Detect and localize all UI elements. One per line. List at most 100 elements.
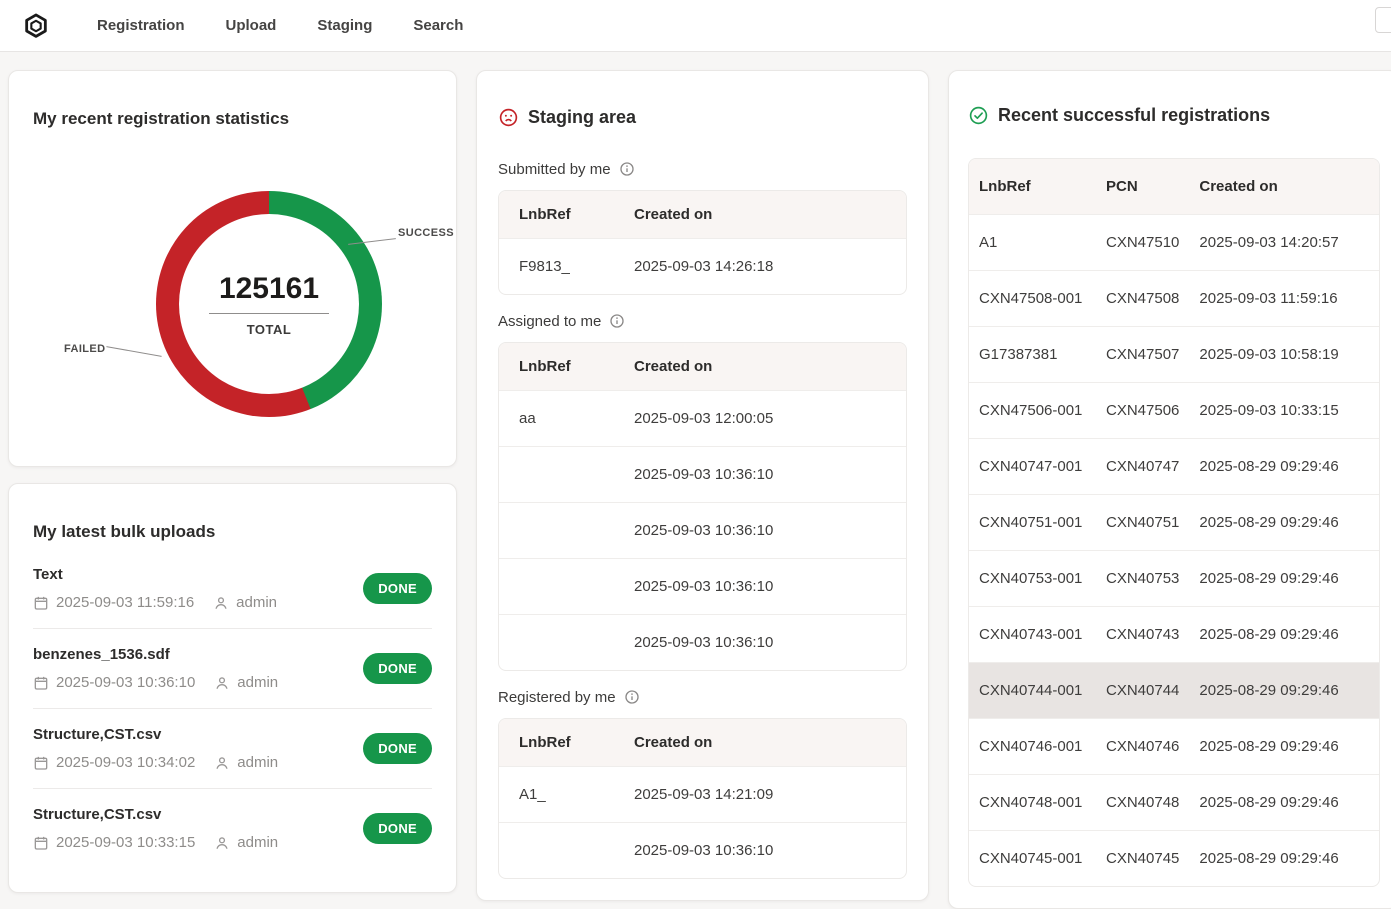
check-circle-icon <box>968 105 989 126</box>
table-row[interactable]: CXN40751-001 CXN40751 2025-08-29 09:29:4… <box>969 494 1379 550</box>
table-row[interactable]: CXN40747-001 CXN40747 2025-08-29 09:29:4… <box>969 438 1379 494</box>
column-header: LnbRef <box>969 159 1096 215</box>
failed-leader-line <box>106 346 161 357</box>
upload-user: admin <box>237 674 278 691</box>
upload-meta: 2025-09-03 11:59:16 admin <box>33 594 277 611</box>
column-header: LnbRef <box>499 343 614 391</box>
upload-list-item: benzenes_1536.sdf 2025-09-03 10:36:10 ad… <box>33 629 432 709</box>
table-row[interactable]: 2025-09-03 10:36:10 <box>499 558 906 614</box>
table-row[interactable]: aa 2025-09-03 12:00:05 <box>499 390 906 446</box>
upload-filename: Structure,CST.csv <box>33 726 278 743</box>
info-icon[interactable] <box>619 161 635 177</box>
table-row[interactable]: A1 CXN47510 2025-09-03 14:20:57 <box>969 214 1379 270</box>
uploads-card-title: My latest bulk uploads <box>33 522 432 542</box>
upload-date: 2025-09-03 10:34:02 <box>56 754 195 771</box>
section-label-submitted: Submitted by me <box>498 161 907 178</box>
section-label-text: Submitted by me <box>498 161 611 178</box>
calendar-icon <box>33 675 49 691</box>
registrations-title-row: Recent successful registrations <box>968 90 1380 141</box>
table-row[interactable]: 2025-09-03 10:36:10 <box>499 822 906 878</box>
registration-statistics-card: My recent registration statistics 125161… <box>8 70 457 467</box>
info-icon[interactable] <box>609 313 625 329</box>
nav-item-search[interactable]: Search <box>413 17 463 34</box>
table-header-row: LnbRef Created on <box>499 719 906 767</box>
upload-status-badge[interactable]: DONE <box>363 733 432 764</box>
left-column: My recent registration statistics 125161… <box>8 70 457 893</box>
registrations-table: LnbRef PCN Created on A1 CXN47510 2025-0… <box>968 158 1380 887</box>
upload-status-badge[interactable]: DONE <box>363 813 432 844</box>
donut-total-label: TOTAL <box>247 322 292 337</box>
calendar-icon <box>33 595 49 611</box>
success-slice-label: SUCCESS <box>398 227 454 239</box>
table-header-row: LnbRef Created on <box>499 191 906 239</box>
table-row[interactable]: F9813_ 2025-09-03 14:26:18 <box>499 238 906 294</box>
table-row[interactable]: CXN40753-001 CXN40753 2025-08-29 09:29:4… <box>969 550 1379 606</box>
upload-status-badge[interactable]: DONE <box>363 653 432 684</box>
upload-list-item: Structure,CST.csv 2025-09-03 10:34:02 ad… <box>33 709 432 789</box>
section-label-registered: Registered by me <box>498 689 907 706</box>
table-row[interactable]: CXN40748-001 CXN40748 2025-08-29 09:29:4… <box>969 774 1379 830</box>
table-row[interactable]: CXN40746-001 CXN40746 2025-08-29 09:29:4… <box>969 718 1379 774</box>
user-icon <box>214 755 230 771</box>
nav-item-staging[interactable]: Staging <box>317 17 372 34</box>
assigned-table: LnbRef Created on aa 2025-09-03 12:00:05… <box>498 342 907 671</box>
nav-item-upload[interactable]: Upload <box>226 17 277 34</box>
nav-search-stub[interactable] <box>1375 7 1391 33</box>
upload-filename: Text <box>33 566 277 583</box>
upload-user: admin <box>237 754 278 771</box>
column-header: PCN <box>1096 159 1189 215</box>
staging-title-row: Staging area <box>498 92 907 143</box>
upload-filename: benzenes_1536.sdf <box>33 646 278 663</box>
recent-registrations-card: Recent successful registrations LnbRef P… <box>948 70 1391 909</box>
upload-status-badge[interactable]: DONE <box>363 573 432 604</box>
table-row[interactable]: G17387381 CXN47507 2025-09-03 10:58:19 <box>969 326 1379 382</box>
section-label-text: Assigned to me <box>498 313 601 330</box>
donut-center: 125161 TOTAL <box>179 214 359 394</box>
column-header: Created on <box>1189 159 1379 215</box>
upload-date: 2025-09-03 10:33:15 <box>56 834 195 851</box>
nav-item-registration[interactable]: Registration <box>97 17 185 34</box>
submitted-table: LnbRef Created on F9813_ 2025-09-03 14:2… <box>498 190 907 295</box>
app-logo[interactable] <box>20 10 52 42</box>
upload-filename: Structure,CST.csv <box>33 806 278 823</box>
donut-chart-area: 125161 TOTAL SUCCESS FAILED <box>33 165 432 451</box>
staging-area-card: Staging area Submitted by me LnbRef Crea… <box>476 70 929 901</box>
table-row[interactable]: A1_ 2025-09-03 14:21:09 <box>499 766 906 822</box>
top-nav: Registration Upload Staging Search <box>0 0 1391 52</box>
table-row[interactable]: CXN47508-001 CXN47508 2025-09-03 11:59:1… <box>969 270 1379 326</box>
column-header: Created on <box>614 343 906 391</box>
upload-date: 2025-09-03 10:36:10 <box>56 674 195 691</box>
dashboard: My recent registration statistics 125161… <box>0 52 1391 909</box>
user-icon <box>214 835 230 851</box>
registered-table: LnbRef Created on A1_ 2025-09-03 14:21:0… <box>498 718 907 879</box>
user-icon <box>213 595 229 611</box>
bulk-uploads-card: My latest bulk uploads Text 2025-09-03 1… <box>8 483 457 893</box>
info-icon[interactable] <box>624 689 640 705</box>
table-row[interactable]: 2025-09-03 10:36:10 <box>499 614 906 670</box>
calendar-icon <box>33 835 49 851</box>
column-header: LnbRef <box>499 719 614 767</box>
table-row[interactable]: CXN47506-001 CXN47506 2025-09-03 10:33:1… <box>969 382 1379 438</box>
registrations-card-title: Recent successful registrations <box>998 105 1270 126</box>
upload-user: admin <box>237 834 278 851</box>
main-nav: Registration Upload Staging Search <box>97 17 463 34</box>
registrations-table-body: A1 CXN47510 2025-09-03 14:20:57 CXN47508… <box>969 214 1379 886</box>
failed-slice-label: FAILED <box>64 343 106 355</box>
upload-user: admin <box>236 594 277 611</box>
staging-sad-face-icon <box>498 107 519 128</box>
table-row[interactable]: CXN40745-001 CXN40745 2025-08-29 09:29:4… <box>969 830 1379 886</box>
table-row[interactable]: 2025-09-03 10:36:10 <box>499 502 906 558</box>
upload-list-item: Text 2025-09-03 11:59:16 admin DONE <box>33 549 432 629</box>
column-header: LnbRef <box>499 191 614 239</box>
column-header: Created on <box>614 719 906 767</box>
table-row[interactable]: CXN40744-001 CXN40744 2025-08-29 09:29:4… <box>969 662 1379 718</box>
upload-meta: 2025-09-03 10:34:02 admin <box>33 754 278 771</box>
upload-meta: 2025-09-03 10:33:15 admin <box>33 834 278 851</box>
upload-date: 2025-09-03 11:59:16 <box>56 594 194 611</box>
section-label-text: Registered by me <box>498 689 616 706</box>
table-row[interactable]: CXN40743-001 CXN40743 2025-08-29 09:29:4… <box>969 606 1379 662</box>
table-row[interactable]: 2025-09-03 10:36:10 <box>499 446 906 502</box>
column-header: Created on <box>614 191 906 239</box>
registration-donut-chart: 125161 TOTAL <box>156 191 382 417</box>
section-label-assigned: Assigned to me <box>498 313 907 330</box>
